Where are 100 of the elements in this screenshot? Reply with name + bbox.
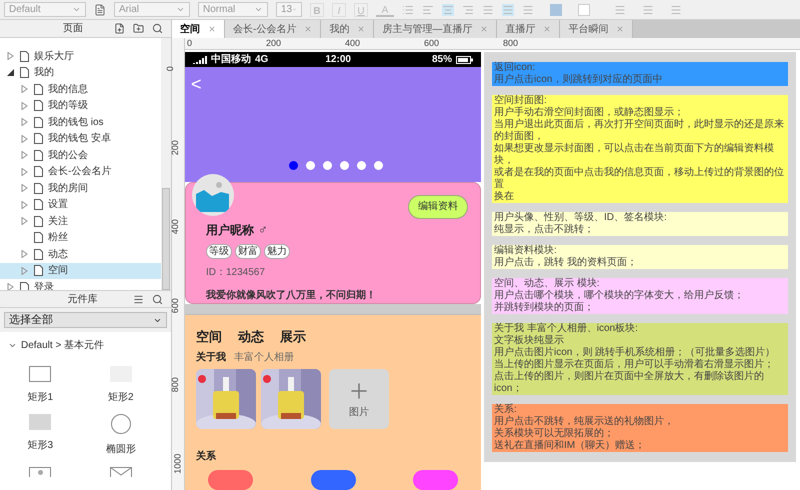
add-photo-button[interactable]: 图片	[329, 369, 389, 429]
align-left-icon[interactable]	[422, 4, 434, 16]
ruler-label: 600	[168, 298, 181, 314]
page-tree-item[interactable]: 粉丝	[0, 230, 161, 246]
page-tree-item[interactable]: 设置	[0, 196, 161, 213]
page-icon	[34, 182, 43, 194]
annotation-line: 用户点击图片icon，则 跳转手机系统相册；（可批量多选图片）	[494, 347, 776, 358]
page-icon	[34, 166, 43, 178]
level-tag: 等级	[206, 244, 232, 259]
signature: 我爱你就像风吹了八万里，不问归期！	[206, 288, 377, 303]
annotation-line: 换在	[494, 191, 515, 203]
add-folder-icon[interactable]	[133, 23, 144, 34]
ruler-label: 400	[345, 37, 360, 50]
page-tree-item[interactable]: 我的信息	[0, 81, 161, 98]
battery-icon	[456, 56, 473, 64]
add-page-icon[interactable]	[114, 23, 125, 34]
document-tab[interactable]: 直播厅	[497, 20, 560, 38]
align-right-icon[interactable]	[462, 4, 474, 16]
annotation-line: 空间、动态、展示 模块:	[494, 278, 601, 290]
document-tab[interactable]: 房主与管理—直播厅	[374, 20, 498, 38]
gift-button[interactable]	[310, 470, 356, 490]
section-heading: 关系	[196, 450, 217, 464]
section-tab[interactable]: 空间	[196, 326, 222, 346]
envelope-icon[interactable]	[110, 467, 132, 477]
status-bar: 中国移动 4G 12:00 85%	[185, 52, 481, 67]
caret-icon	[254, 5, 263, 14]
panel-title: 元件库	[66, 292, 98, 306]
align-center-icon[interactable]	[442, 4, 454, 16]
page-tree-item[interactable]: 我的钱包 安卓	[0, 130, 161, 147]
level-tag: 财富	[235, 244, 261, 259]
annotation-line: 用户点击，跳转 我的资料页面；	[494, 257, 638, 269]
document-tab[interactable]: 会长-公会名片	[225, 20, 322, 38]
annotation-line: 返回icon:	[494, 62, 536, 74]
close-icon[interactable]	[208, 25, 216, 33]
page-tree-item[interactable]: 我的钱包 ios	[0, 114, 161, 130]
page-tree-item[interactable]: 我的等级	[0, 98, 161, 114]
annotation-line: 并跳转到模块的页面；	[494, 302, 595, 314]
format-painter-icon[interactable]	[94, 4, 106, 16]
page-icon	[34, 133, 43, 144]
close-icon[interactable]	[543, 25, 552, 33]
annotation-line: 关于我 丰富个人相册、icon板块:	[494, 323, 639, 334]
ruler-label: 0	[164, 66, 176, 72]
ruler-label: 200	[168, 140, 181, 156]
menu-icon[interactable]	[133, 294, 144, 304]
page-tree-item[interactable]: 我的	[0, 64, 161, 81]
section-tab[interactable]: 展示	[280, 326, 306, 346]
shadow-swatch[interactable]	[578, 4, 590, 16]
annotation-line: 当上传的图片显示在页面后，用户可以手动滑着右滑显示图片；	[494, 359, 775, 370]
annotation-line: 用户手动右滑空间封面图，或静态图显示；	[494, 107, 685, 118]
close-icon[interactable]	[616, 25, 624, 33]
gender-symbol: ♂	[258, 223, 268, 236]
section-heading: 关于我	[196, 350, 226, 365]
annotation-line: 文字板块纯显示	[494, 335, 565, 346]
ruler-label: 0	[187, 37, 192, 50]
gift-button[interactable]	[413, 470, 458, 490]
page-icon	[34, 84, 43, 95]
library-dropdown[interactable]: 选择全部	[4, 312, 167, 328]
widget-group-label[interactable]: Default > 基本元件	[21, 338, 104, 352]
close-icon[interactable]	[357, 25, 366, 33]
ruler-label: 1000	[171, 454, 184, 474]
page-icon	[34, 199, 43, 210]
close-icon[interactable]	[304, 25, 312, 33]
document-tab[interactable]: 平台瞬间	[560, 20, 634, 38]
page-icon	[34, 248, 43, 260]
filled-rectangle-icon[interactable]	[29, 414, 52, 430]
page-icon	[34, 100, 43, 112]
nickname: 用户昵称	[206, 222, 254, 239]
annotation-line: 当用户退出此页面后，再次打开空间页面时，此时显示的还是原来的封面图，	[494, 119, 785, 142]
close-icon[interactable]	[480, 25, 488, 33]
document-tab[interactable]: 我的	[321, 20, 374, 38]
annotation-line: 用户点击哪个模块，哪个模块的字体变大，给用户反馈；	[494, 290, 745, 302]
document-tab[interactable]: 空间	[172, 20, 225, 38]
page-icon	[20, 50, 29, 62]
gift-button[interactable]	[208, 470, 253, 490]
annotation-line: 如果想更改显示封面图，可以点击在当前页面下方的编辑资料模块，	[494, 143, 775, 166]
page-tree-item[interactable]: 关注	[0, 213, 161, 230]
page-tree-item[interactable]: 我的房间	[0, 180, 161, 196]
user-id: ID：1234567	[206, 266, 266, 280]
page-tree-item[interactable]: 我的公会	[0, 147, 161, 164]
page-tree-item[interactable]: 娱乐大厅	[0, 48, 161, 64]
section-tab[interactable]: 动态	[238, 326, 264, 346]
page-icon	[34, 216, 43, 227]
search-icon[interactable]	[152, 23, 163, 34]
image-placeholder-icon[interactable]	[29, 467, 52, 477]
widget-label: 矩形2	[108, 391, 134, 405]
page-tree-item[interactable]: 空间	[0, 262, 161, 279]
annotation-line: 送礼在直播间和IM（聊天）赠送；	[494, 440, 646, 452]
fill-color-swatch[interactable]	[550, 4, 562, 16]
expanded-triangle-icon[interactable]	[7, 69, 14, 76]
caret-icon	[72, 5, 81, 14]
page-tree-item[interactable]: 动态	[0, 246, 161, 262]
ruler-label: 800	[168, 377, 181, 392]
search-icon[interactable]	[152, 294, 163, 304]
collapsed-triangle-icon[interactable]	[7, 52, 14, 60]
signal-icon	[193, 56, 207, 64]
scrollbar[interactable]	[161, 38, 171, 290]
panel-title: 页面	[62, 22, 84, 36]
rectangle-outline-icon[interactable]	[29, 366, 52, 382]
edit-profile-button[interactable]: 编辑资料	[408, 194, 468, 219]
page-tree-item[interactable]: 会长-公会名片	[0, 164, 161, 180]
